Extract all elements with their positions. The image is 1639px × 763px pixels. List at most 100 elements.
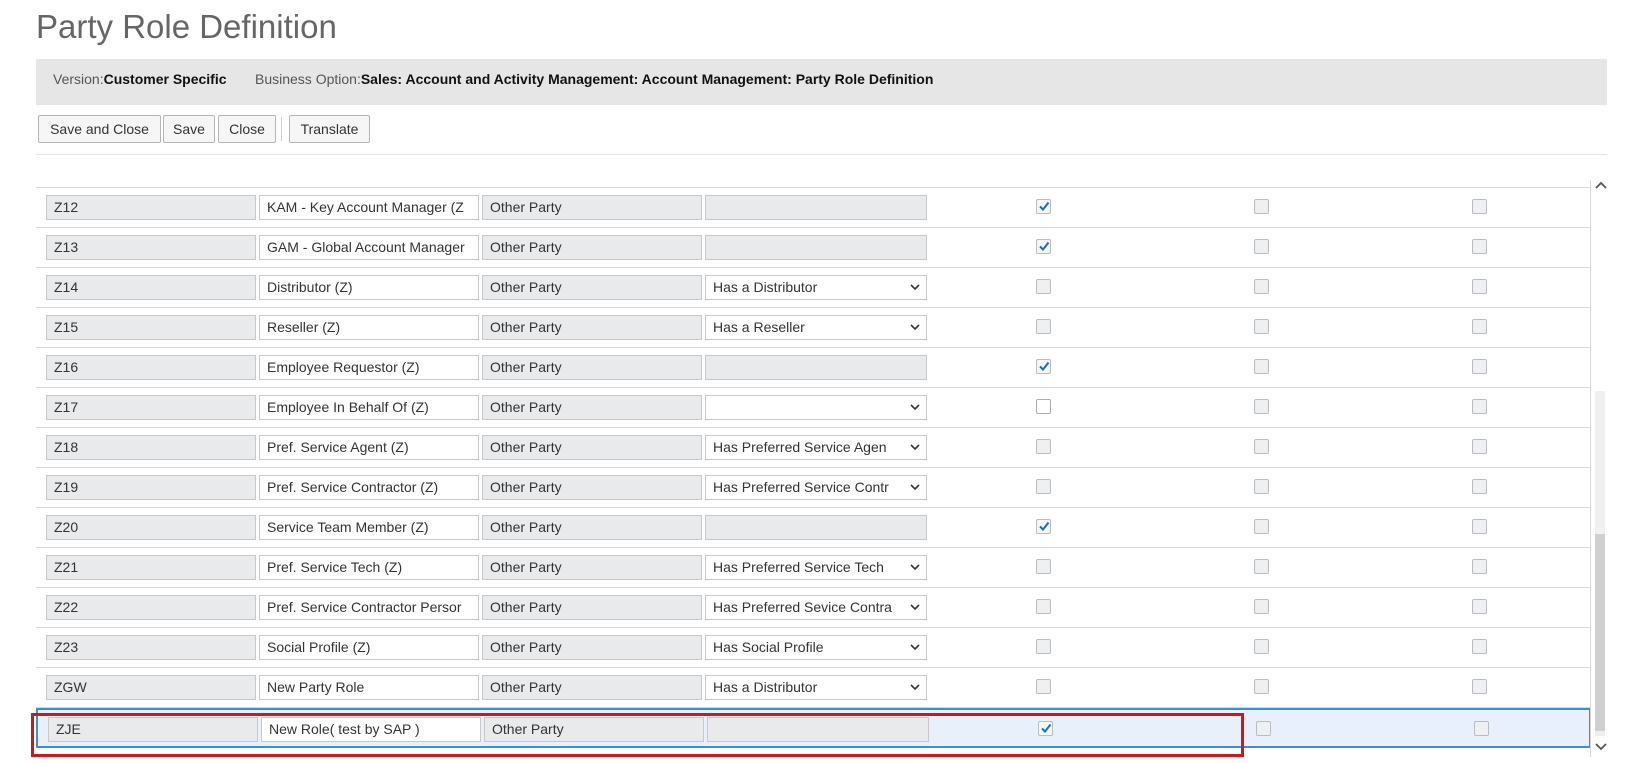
table-row-selected[interactable]: ZJE New Role( test by SAP ) Other Party — [36, 708, 1591, 748]
role-description-input[interactable]: Pref. Service Tech (Z) — [259, 555, 479, 580]
role-description-input[interactable]: Pref. Service Agent (Z) — [259, 435, 479, 460]
checkbox-column-3[interactable] — [1472, 519, 1487, 534]
checkbox-column-2[interactable] — [1254, 439, 1269, 454]
table-row[interactable]: Z17 Employee In Behalf Of (Z) Other Party — [36, 388, 1591, 428]
checkbox-column-3[interactable] — [1472, 399, 1487, 414]
role-description-input[interactable]: KAM - Key Account Manager (Z — [259, 195, 479, 220]
checkbox-column-3[interactable] — [1472, 639, 1487, 654]
role-description-input[interactable]: Pref. Service Contractor (Z) — [259, 475, 479, 500]
translate-button[interactable]: Translate — [289, 115, 370, 143]
table-row[interactable]: Z23 Social Profile (Z) Other Party Has Soci… — [36, 628, 1591, 668]
role-description-input[interactable]: Reseller (Z) — [259, 315, 479, 340]
vertical-scrollbar[interactable] — [1592, 176, 1610, 760]
checkbox-column-1[interactable] — [1036, 639, 1051, 654]
close-button[interactable]: Close — [218, 115, 276, 143]
role-code-cell: Z17 — [46, 395, 256, 420]
save-button[interactable]: Save — [163, 115, 215, 143]
relationship-select[interactable] — [705, 395, 927, 420]
checkbox-column-1[interactable] — [1036, 599, 1051, 614]
version-label: Version: — [53, 71, 104, 87]
table-row[interactable]: Z14 Distributor (Z) Other Party Has a Distr… — [36, 268, 1591, 308]
relationship-select[interactable]: Has Preferred Service Tech — [705, 555, 927, 580]
checkbox-column-3[interactable] — [1474, 721, 1489, 736]
role-code-cell: Z21 — [46, 555, 256, 580]
table-row[interactable]: Z20 Service Team Member (Z) Other Party — [36, 508, 1591, 548]
checkbox-column-1[interactable] — [1036, 319, 1051, 334]
checkbox-column-3[interactable] — [1472, 559, 1487, 574]
table-row[interactable]: Z19 Pref. Service Contractor (Z) Other Par… — [36, 468, 1591, 508]
checkbox-column-1[interactable] — [1036, 199, 1051, 214]
business-option-info: Business Option:Sales: Account and Activ… — [255, 71, 933, 87]
table-row[interactable]: Z18 Pref. Service Agent (Z) Other Party Has… — [36, 428, 1591, 468]
table-row[interactable]: Z21 Pref. Service Tech (Z) Other Party Has … — [36, 548, 1591, 588]
role-category-cell: Other Party — [482, 515, 702, 540]
scroll-down-icon[interactable] — [1594, 742, 1608, 752]
checkbox-column-3[interactable] — [1472, 439, 1487, 454]
scrollbar-thumb[interactable] — [1595, 534, 1605, 731]
checkbox-column-3[interactable] — [1472, 479, 1487, 494]
relationship-select[interactable]: Has Preferred Service Agen — [705, 435, 927, 460]
checkbox-column-3[interactable] — [1472, 599, 1487, 614]
checkbox-column-2[interactable] — [1254, 199, 1269, 214]
checkbox-column-2[interactable] — [1254, 679, 1269, 694]
checkbox-column-1[interactable] — [1036, 559, 1051, 574]
checkbox-column-2[interactable] — [1254, 559, 1269, 574]
role-description-input[interactable]: Service Team Member (Z) — [259, 515, 479, 540]
checkbox-column-1[interactable] — [1038, 721, 1053, 736]
checkbox-column-1[interactable] — [1036, 239, 1051, 254]
checkbox-column-2[interactable] — [1254, 519, 1269, 534]
role-description-input[interactable]: New Party Role — [259, 675, 479, 700]
scroll-up-icon[interactable] — [1594, 180, 1608, 190]
table-row[interactable] — [36, 180, 1591, 188]
relationship-select[interactable]: Has Preferred Service Contr — [705, 475, 927, 500]
checkbox-column-3[interactable] — [1472, 199, 1487, 214]
role-description-input[interactable]: Employee In Behalf Of (Z) — [259, 395, 479, 420]
chevron-down-icon — [910, 684, 920, 691]
checkbox-column-3[interactable] — [1472, 319, 1487, 334]
checkbox-column-1[interactable] — [1036, 399, 1051, 414]
relationship-select[interactable]: Has a Distributor — [705, 275, 927, 300]
relationship-select[interactable]: Has Social Profile — [705, 635, 927, 660]
chevron-down-icon — [910, 564, 920, 571]
checkbox-column-1[interactable] — [1036, 519, 1051, 534]
checkbox-column-3[interactable] — [1472, 679, 1487, 694]
table-row[interactable]: Z22 Pref. Service Contractor Persor Other … — [36, 588, 1591, 628]
checkbox-column-3[interactable] — [1472, 359, 1487, 374]
role-description-input[interactable]: Distributor (Z) — [259, 275, 479, 300]
checkbox-column-1[interactable] — [1036, 679, 1051, 694]
chevron-down-icon — [910, 444, 920, 451]
checkbox-column-1[interactable] — [1036, 279, 1051, 294]
table-row[interactable]: Z15 Reseller (Z) Other Party Has a Reseller — [36, 308, 1591, 348]
role-description-input[interactable]: Employee Requestor (Z) — [259, 355, 479, 380]
role-description-input[interactable]: Social Profile (Z) — [259, 635, 479, 660]
checkbox-column-2[interactable] — [1254, 599, 1269, 614]
checkbox-column-2[interactable] — [1254, 239, 1269, 254]
table-row[interactable]: Z12 KAM - Key Account Manager (Z Other Par… — [36, 188, 1591, 228]
role-description-input[interactable]: Pref. Service Contractor Persor — [259, 595, 479, 620]
table-row[interactable]: ZGW New Party Role Other Party Has a Distri… — [36, 668, 1591, 708]
relationship-select[interactable]: Has Preferred Sevice Contra — [705, 595, 927, 620]
checkbox-column-2[interactable] — [1254, 639, 1269, 654]
checkbox-column-2[interactable] — [1254, 479, 1269, 494]
checkbox-column-1[interactable] — [1036, 479, 1051, 494]
table-row[interactable]: Z13 GAM - Global Account Manager Other Par… — [36, 228, 1591, 268]
checkbox-column-3[interactable] — [1472, 239, 1487, 254]
checkbox-column-1[interactable] — [1036, 439, 1051, 454]
checkbox-column-1[interactable] — [1036, 359, 1051, 374]
role-category-cell: Other Party — [482, 315, 702, 340]
table-row[interactable]: Z16 Employee Requestor (Z) Other Party — [36, 348, 1591, 388]
checkbox-column-3[interactable] — [1472, 279, 1487, 294]
checkbox-column-2[interactable] — [1254, 399, 1269, 414]
checkmark-icon — [1039, 361, 1050, 372]
relationship-select[interactable]: Has a Distributor — [705, 675, 927, 700]
role-code-cell: Z19 — [46, 475, 256, 500]
checkbox-column-2[interactable] — [1256, 721, 1271, 736]
role-description-input[interactable]: GAM - Global Account Manager — [259, 235, 479, 260]
relationship-select[interactable]: Has a Reseller — [705, 315, 927, 340]
role-description-input[interactable]: New Role( test by SAP ) — [261, 717, 481, 742]
checkbox-column-2[interactable] — [1254, 359, 1269, 374]
save-and-close-button[interactable]: Save and Close — [38, 115, 161, 143]
checkbox-column-2[interactable] — [1254, 319, 1269, 334]
checkbox-column-2[interactable] — [1254, 279, 1269, 294]
relationship-select-value: Has a Distributor — [713, 679, 818, 695]
